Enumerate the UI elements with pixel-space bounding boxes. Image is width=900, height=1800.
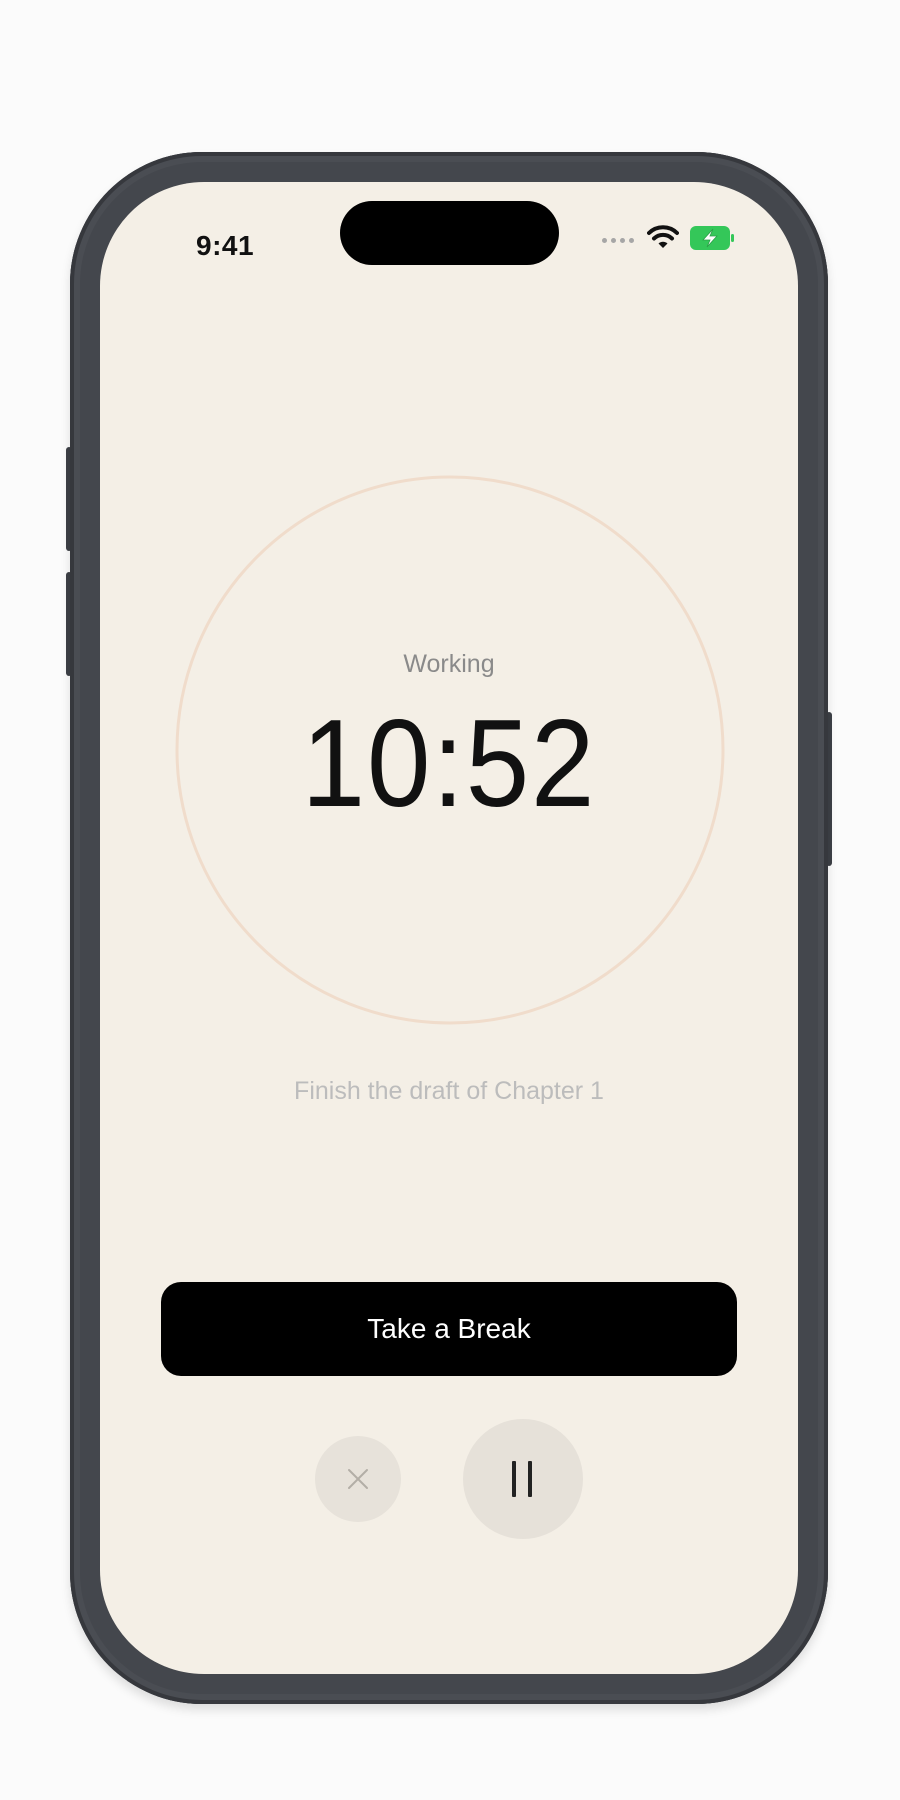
phone-frame: 9:41 Working 10:52 Finish the draft of C… — [70, 152, 828, 1704]
wifi-icon — [647, 225, 679, 248]
timer-display: 10:52 — [301, 695, 597, 833]
pause-button[interactable] — [463, 1419, 583, 1539]
take-break-button[interactable]: Take a Break — [161, 1282, 737, 1376]
device-stage: 9:41 Working 10:52 Finish the draft of C… — [0, 0, 900, 1800]
status-time: 9:41 — [196, 230, 255, 261]
dynamic-island — [340, 201, 559, 265]
cellular-signal-icon — [602, 238, 634, 243]
timer-mode-label: Working — [403, 650, 495, 678]
pause-icon — [512, 1461, 532, 1497]
stop-button[interactable] — [315, 1436, 401, 1522]
app-screen: 9:41 Working 10:52 Finish the draft of C… — [100, 182, 798, 1674]
battery-charging-icon — [690, 226, 734, 250]
task-title: Finish the draft of Chapter 1 — [294, 1077, 604, 1105]
close-icon — [348, 1469, 368, 1489]
